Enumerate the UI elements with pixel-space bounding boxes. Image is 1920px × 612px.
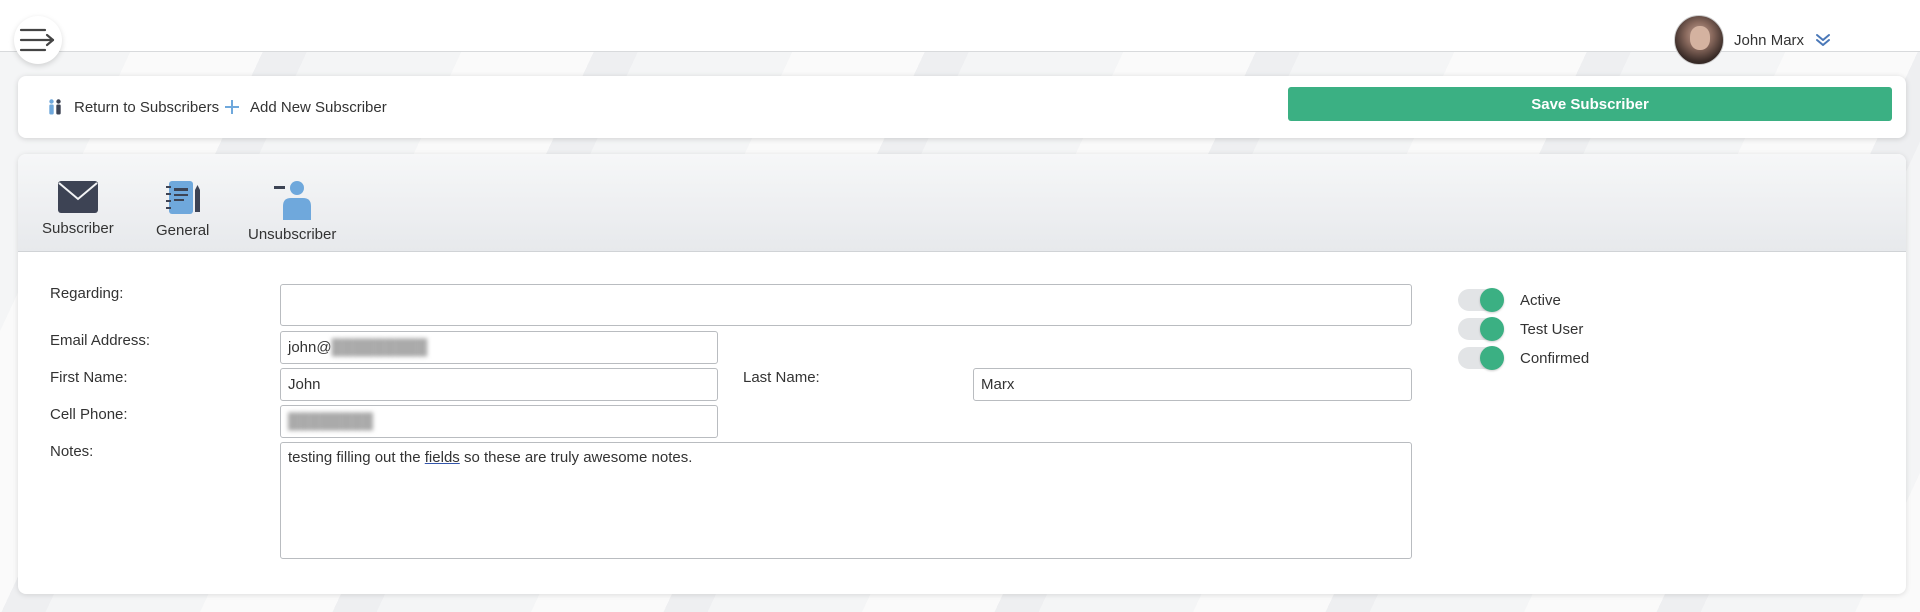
return-to-subscribers-link[interactable]: Return to Subscribers [46,76,219,138]
email-value: john@ [288,339,332,356]
last-name-input[interactable] [973,368,1412,401]
toggle-active[interactable]: Active [1458,288,1561,312]
tab-bar: Subscriber General Unsubscriber [18,154,1906,252]
toggle-test-user[interactable]: Test User [1458,317,1584,341]
envelope-icon [57,181,98,213]
test-user-switch[interactable] [1458,317,1504,341]
cell-phone-field[interactable]: ████████ [280,405,718,438]
confirmed-label: Confirmed [1520,349,1590,367]
toggle-confirmed[interactable]: Confirmed [1458,346,1590,370]
first-name-input[interactable] [280,368,718,401]
menu-arrow-icon [19,28,55,52]
last-name-label: Last Name: [743,369,820,386]
avatar[interactable] [1674,15,1724,65]
add-label: Add New Subscriber [250,98,387,116]
active-switch[interactable] [1458,288,1504,312]
action-bar: Return to Subscribers Add New Subscriber… [18,76,1906,138]
email-field[interactable]: john@ █████████ [280,331,718,364]
cell-phone-redacted: ████████ [288,413,374,430]
confirmed-switch[interactable] [1458,346,1504,370]
regarding-input[interactable] [280,284,1412,326]
chevron-down-icon[interactable] [1814,31,1832,49]
people-icon [49,99,61,115]
notebook-icon [165,181,200,214]
user-menu[interactable]: John Marx [1674,14,1832,66]
tab-general-label: General [156,222,210,239]
tab-unsubscriber[interactable]: Unsubscriber [248,180,336,243]
save-subscriber-button[interactable]: Save Subscriber [1288,87,1892,121]
regarding-label: Regarding: [50,285,124,302]
user-remove-icon [274,181,312,220]
return-label: Return to Subscribers [74,98,220,116]
menu-button[interactable] [14,16,62,64]
tab-unsubscriber-label: Unsubscriber [248,226,337,243]
first-name-label: First Name: [50,369,128,386]
tab-general[interactable]: General [156,180,209,239]
active-label: Active [1520,291,1561,309]
email-redacted: █████████ [331,339,428,356]
test-user-label: Test User [1520,320,1584,338]
cell-phone-label: Cell Phone: [50,406,128,423]
notes-label: Notes: [50,443,94,460]
plus-icon [225,100,239,114]
notes-text-link: fields [424,449,460,466]
notes-text-start: testing filling out the [288,449,425,466]
add-new-subscriber-link[interactable]: Add New Subscriber [224,76,387,138]
email-label: Email Address: [50,332,151,349]
notes-textarea[interactable]: testing filling out the fields so these … [280,442,1412,559]
user-name: John Marx [1734,31,1805,49]
notes-text-end: so these are truly awesome notes. [459,449,693,466]
top-bar [0,0,1920,52]
subscriber-panel: Subscriber General Unsubscriber Regardin… [18,154,1906,594]
tab-subscriber[interactable]: Subscriber [42,180,114,237]
tab-subscriber-label: Subscriber [42,220,114,237]
